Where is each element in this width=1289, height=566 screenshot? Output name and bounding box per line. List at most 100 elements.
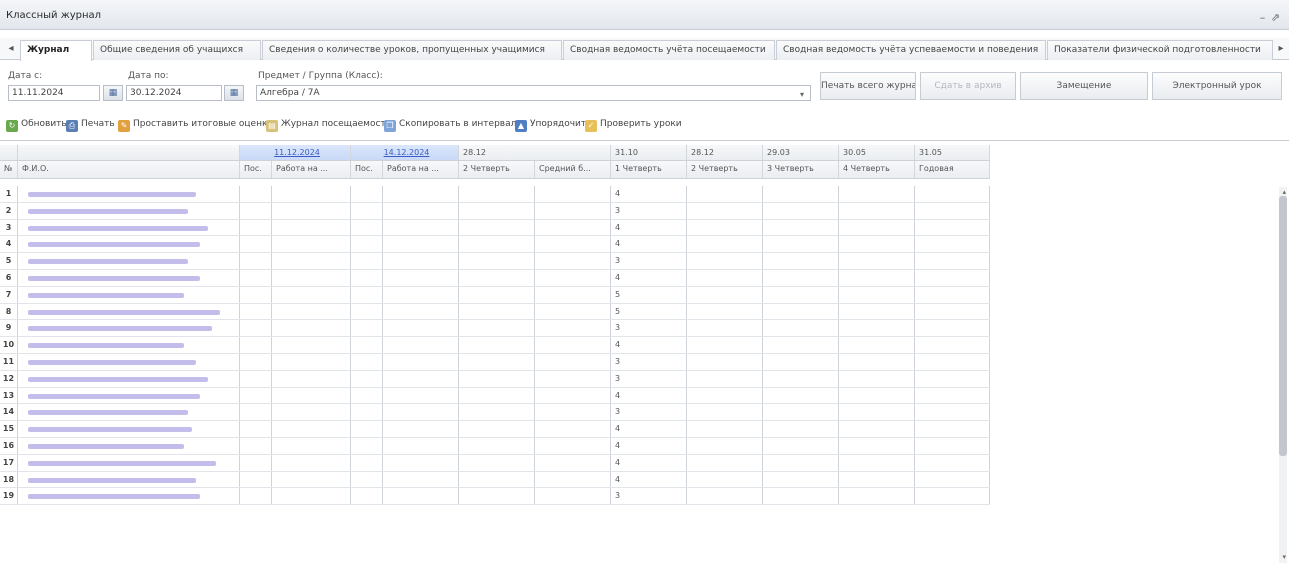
grade-cell[interactable] bbox=[459, 370, 535, 387]
grade-cell[interactable] bbox=[535, 320, 611, 337]
grade-cell[interactable] bbox=[272, 387, 351, 404]
grade-cell[interactable] bbox=[535, 337, 611, 353]
grade-cell[interactable] bbox=[351, 387, 383, 404]
table-row[interactable]: 17 4 bbox=[0, 454, 990, 472]
grade-cell[interactable] bbox=[272, 303, 351, 320]
col-quarter[interactable]: 4 Четверть bbox=[839, 161, 915, 178]
grade-cell[interactable]: 3 bbox=[611, 370, 687, 387]
col-quarter[interactable]: 1 Четверть bbox=[611, 161, 687, 178]
grade-cell[interactable] bbox=[351, 454, 383, 471]
grade-cell[interactable]: 3 bbox=[611, 253, 687, 269]
grade-cell[interactable] bbox=[459, 253, 535, 269]
grade-cell[interactable] bbox=[272, 488, 351, 505]
print-journal-button[interactable]: Печать всего журнала bbox=[820, 72, 916, 100]
grade-cell[interactable] bbox=[687, 353, 763, 370]
grade-cell[interactable] bbox=[839, 202, 915, 219]
grade-cell[interactable] bbox=[763, 370, 839, 387]
grade-cell[interactable] bbox=[240, 253, 272, 269]
grade-cell[interactable] bbox=[459, 219, 535, 236]
grade-cell[interactable] bbox=[839, 337, 915, 353]
grade-cell[interactable] bbox=[763, 404, 839, 421]
grade-cell[interactable] bbox=[351, 437, 383, 454]
student-name-cell[interactable] bbox=[18, 269, 240, 286]
grade-cell[interactable] bbox=[687, 421, 763, 437]
grade-cell[interactable] bbox=[763, 353, 839, 370]
grade-cell[interactable] bbox=[351, 421, 383, 437]
grade-cell[interactable] bbox=[839, 353, 915, 370]
grade-cell[interactable] bbox=[272, 337, 351, 353]
grade-cell[interactable] bbox=[915, 370, 990, 387]
grade-cell[interactable] bbox=[915, 286, 990, 303]
date-to-field[interactable]: 30.12.2024 bbox=[126, 85, 222, 101]
grade-cell[interactable] bbox=[763, 337, 839, 353]
grade-cell[interactable] bbox=[763, 454, 839, 471]
grade-cell[interactable] bbox=[915, 353, 990, 370]
scroll-down-icon[interactable]: ▾ bbox=[1282, 553, 1286, 561]
table-row[interactable]: 15 4 bbox=[0, 421, 990, 438]
grade-cell[interactable] bbox=[459, 236, 535, 253]
grade-cell[interactable] bbox=[763, 387, 839, 404]
grade-cell[interactable] bbox=[351, 320, 383, 337]
grade-cell[interactable] bbox=[240, 202, 272, 219]
grade-cell[interactable] bbox=[839, 286, 915, 303]
grade-cell[interactable] bbox=[535, 471, 611, 488]
table-row[interactable]: 64 bbox=[0, 269, 990, 287]
grade-cell[interactable] bbox=[535, 186, 611, 202]
grade-cell[interactable] bbox=[240, 269, 272, 286]
print-button[interactable]: ⎙ Печать bbox=[66, 116, 115, 132]
archive-button[interactable]: Сдать в архив bbox=[920, 72, 1016, 100]
grade-cell[interactable] bbox=[459, 286, 535, 303]
student-name-cell[interactable] bbox=[18, 186, 240, 202]
grade-cell[interactable] bbox=[687, 253, 763, 269]
table-row[interactable]: 10 4 bbox=[0, 337, 990, 354]
grade-cell[interactable]: 4 bbox=[611, 219, 687, 236]
grade-cell[interactable] bbox=[839, 186, 915, 202]
grade-cell[interactable] bbox=[272, 353, 351, 370]
grade-cell[interactable] bbox=[272, 454, 351, 471]
grade-cell[interactable] bbox=[839, 320, 915, 337]
table-row[interactable]: 14 3 bbox=[0, 404, 990, 422]
tab-general-info[interactable]: Общие сведения об учащихся bbox=[93, 40, 261, 60]
grade-cell[interactable] bbox=[383, 471, 459, 488]
date-from-field[interactable]: 11.11.2024 bbox=[8, 85, 100, 101]
grade-cell[interactable] bbox=[272, 471, 351, 488]
grade-cell[interactable] bbox=[763, 471, 839, 488]
tab-scroll-right-icon[interactable]: ▸ bbox=[1275, 41, 1287, 57]
grade-cell[interactable] bbox=[687, 454, 763, 471]
grade-cell[interactable] bbox=[535, 404, 611, 421]
grade-cell[interactable] bbox=[351, 353, 383, 370]
grade-cell[interactable] bbox=[240, 471, 272, 488]
grade-cell[interactable] bbox=[687, 186, 763, 202]
col-quarter[interactable]: 2 Четверть bbox=[459, 161, 535, 178]
grade-cell[interactable] bbox=[535, 421, 611, 437]
grade-cell[interactable] bbox=[272, 253, 351, 269]
grade-cell[interactable]: 4 bbox=[611, 421, 687, 437]
grade-cell[interactable] bbox=[915, 219, 990, 236]
grade-cell[interactable] bbox=[351, 202, 383, 219]
grade-cell[interactable] bbox=[839, 437, 915, 454]
grade-cell[interactable] bbox=[383, 186, 459, 202]
grade-cell[interactable] bbox=[351, 404, 383, 421]
grade-cell[interactable] bbox=[240, 320, 272, 337]
grade-cell[interactable]: 3 bbox=[611, 488, 687, 505]
tab-attendance-summary[interactable]: Сводная ведомость учёта посещаемости bbox=[563, 40, 775, 60]
col-work[interactable]: Работа на ... bbox=[383, 161, 459, 178]
col-number[interactable]: № bbox=[0, 161, 18, 178]
grade-cell[interactable] bbox=[240, 437, 272, 454]
student-name-cell[interactable] bbox=[18, 404, 240, 421]
grade-cell[interactable] bbox=[763, 320, 839, 337]
lesson-date-link[interactable]: 14.12.2024 bbox=[351, 145, 459, 160]
grade-cell[interactable]: 4 bbox=[611, 454, 687, 471]
grade-cell[interactable] bbox=[687, 471, 763, 488]
table-row[interactable]: 11 3 bbox=[0, 353, 990, 371]
subject-select[interactable]: Алгебра / 7А bbox=[256, 85, 811, 101]
grade-cell[interactable] bbox=[383, 421, 459, 437]
lesson-date-link[interactable]: 11.12.2024 bbox=[240, 145, 351, 160]
student-name-cell[interactable] bbox=[18, 471, 240, 488]
grade-cell[interactable] bbox=[351, 488, 383, 505]
check-lessons-button[interactable]: ✓ Проверить уроки bbox=[585, 116, 682, 132]
grade-cell[interactable] bbox=[839, 454, 915, 471]
grade-cell[interactable]: 3 bbox=[611, 353, 687, 370]
grade-cell[interactable] bbox=[687, 320, 763, 337]
grade-cell[interactable]: 4 bbox=[611, 337, 687, 353]
